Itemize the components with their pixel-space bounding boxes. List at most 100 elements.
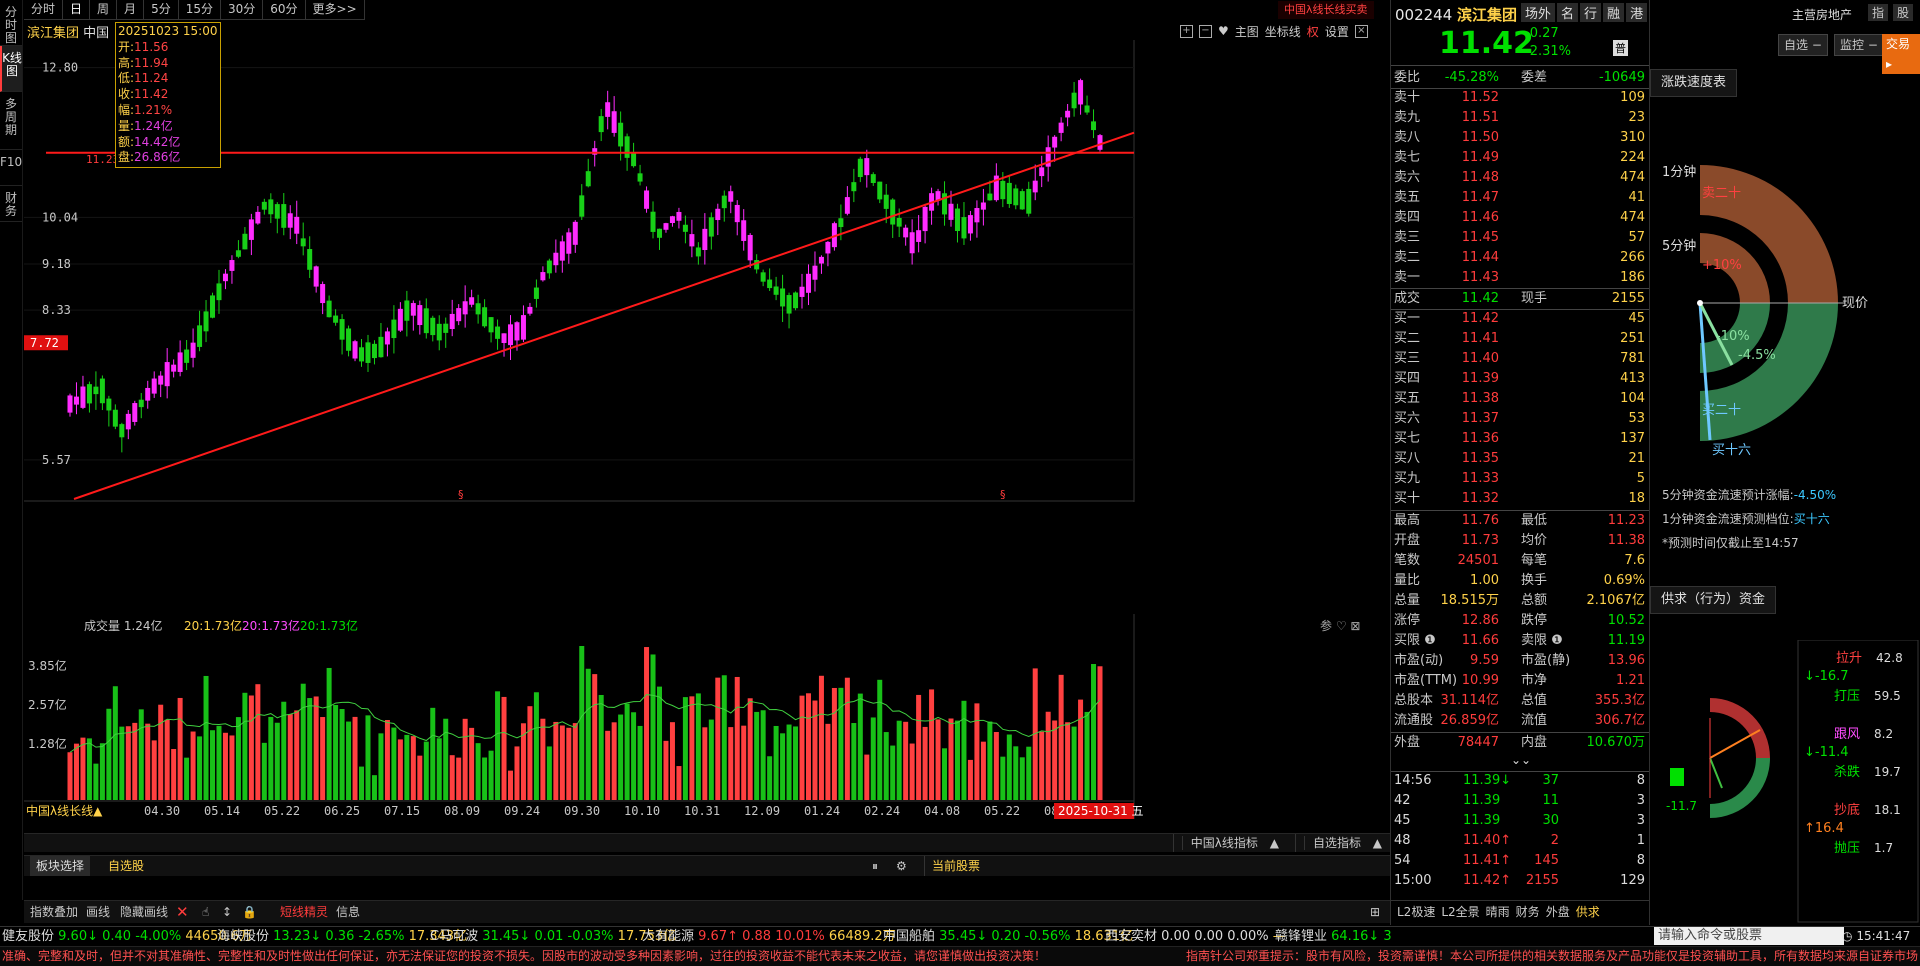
info-tab[interactable]: 信息	[336, 901, 360, 923]
period-8[interactable]: 更多>>	[305, 0, 365, 20]
volume-bar	[663, 740, 669, 800]
monitor-button[interactable]: 监控 −	[1834, 34, 1884, 56]
zoom-out-icon[interactable]: −	[1199, 24, 1212, 38]
period-1[interactable]: 日	[63, 0, 91, 20]
block-select-button[interactable]: 板块选择	[30, 856, 91, 876]
pause-icon[interactable]: ⏸	[872, 856, 878, 876]
tab-kline[interactable]: K线图	[0, 46, 22, 92]
tab-multi-period[interactable]: 多周期	[0, 92, 22, 150]
ticker-name: 赣锋锂业	[1275, 929, 1332, 944]
bottom-tab-4[interactable]: 外盘	[1546, 905, 1570, 919]
ticker-item[interactable]: 中国船舶 35.45↓ 0.20 -0.56% 18.631亿	[883, 927, 1133, 947]
candle-body	[456, 308, 462, 322]
quote-tab-3[interactable]: 融	[1603, 3, 1625, 22]
candle-body	[333, 315, 339, 323]
coord-line-button[interactable]: 坐标线	[1265, 23, 1301, 40]
supply-title[interactable]: 供求（行为）资金	[1650, 586, 1777, 614]
quote-tab-4[interactable]: 港	[1626, 3, 1648, 22]
candle-body	[294, 216, 300, 234]
volume-bar	[300, 683, 306, 800]
volume-bar	[864, 754, 870, 800]
stat-row-cell: 7.6	[1624, 553, 1645, 568]
candle-body	[210, 295, 216, 318]
period-7[interactable]: 60分	[263, 0, 306, 20]
hide-lines-button[interactable]: 隐藏画线	[120, 901, 168, 923]
close-icon[interactable]: ×	[1354, 24, 1368, 38]
stat-row-cell: 11.23	[1607, 513, 1645, 528]
expand-icon[interactable]: ⊞	[1370, 901, 1380, 923]
ticker-item[interactable]: 大有能源 9.67↑ 0.88 10.01% 66489.2万	[642, 927, 896, 947]
watchlist-button[interactable]: 自选 −	[1778, 34, 1828, 56]
volume-bar	[99, 743, 105, 800]
volume-bar	[754, 711, 760, 800]
period-4[interactable]: 5分	[144, 0, 179, 20]
candle-body	[527, 306, 533, 314]
ticker-item[interactable]: 西安奕材 0.00 0.00 0.00% —	[1105, 927, 1286, 947]
tab-finance[interactable]: 财务	[0, 186, 22, 222]
ticker-item[interactable]: 健友股份 9.60↓ 0.40 -4.00% 44650.6万	[2, 927, 252, 947]
period-0[interactable]: 分时	[24, 0, 64, 20]
ticker-item[interactable]: C马可波 31.45↓ 0.01 -0.03% 17.753亿	[430, 927, 676, 947]
stat-row: 总股本 31.114亿 总值 355.3亿	[1391, 691, 1649, 711]
volume-bar	[572, 723, 578, 800]
bottom-tab-0[interactable]: L2极速	[1397, 905, 1435, 919]
view-tabs: 分时图 K线图 多周期 F10 财务	[0, 0, 23, 900]
lock-icon[interactable]: 🔒	[242, 901, 257, 923]
bid-row-cell: 18	[1628, 491, 1645, 506]
zoom-in-icon[interactable]: +	[1180, 24, 1193, 38]
index-button[interactable]: 指	[1868, 4, 1889, 21]
china-lambda-indicator-button[interactable]: 中国λ线指标 ▲	[1172, 834, 1287, 852]
custom-indicator-button[interactable]: 自选指标 ▲	[1294, 834, 1390, 852]
trade-label: 交易	[1886, 37, 1911, 51]
ask-row-cell: 11.52	[1461, 90, 1499, 105]
block-bar: 板块选择 自选股 ⏸ ⚙ 当前股票	[24, 855, 1390, 876]
short-line-genie-tab[interactable]: 短线精灵	[280, 901, 328, 923]
candle-body	[1000, 180, 1006, 200]
quote-tab-0[interactable]: 场外	[1521, 3, 1556, 22]
stat-row-cell: 跌停	[1521, 613, 1548, 628]
delete-icon[interactable]: ✕	[176, 901, 189, 923]
candle-body	[877, 181, 883, 200]
move-icon[interactable]: ↕	[222, 901, 232, 923]
tooltip-label: 额:	[118, 134, 135, 149]
command-input[interactable]: 请输入命令或股票	[1654, 927, 1844, 945]
quan-button[interactable]: 权	[1307, 23, 1319, 40]
volume-bar	[916, 694, 922, 800]
candle-body	[546, 260, 552, 274]
price-chart[interactable]: 12.8010.049.188.335.5711.237.72§ §	[24, 40, 1390, 502]
period-5[interactable]: 15分	[178, 0, 221, 20]
bottom-tab-1[interactable]: L2全景	[1441, 905, 1479, 919]
trade-button[interactable]: 交易 ▸	[1882, 34, 1920, 74]
quote-tab-1[interactable]: 名	[1557, 3, 1579, 22]
hand-icon[interactable]: ☝	[202, 901, 209, 923]
period-2[interactable]: 周	[90, 0, 118, 20]
tab-f10[interactable]: F10	[0, 150, 22, 186]
promo-label[interactable]: 中国λ线长线买卖	[1278, 1, 1374, 19]
current-stock-tab[interactable]: 当前股票	[932, 856, 980, 876]
quote-tab-2[interactable]: 行	[1580, 3, 1602, 22]
bottom-tab-2[interactable]: 晴雨	[1486, 905, 1510, 919]
volume-bar	[585, 668, 591, 800]
index-overlay-button[interactable]: 指数叠加	[30, 901, 78, 923]
watchlist-tab[interactable]: 自选股	[108, 856, 144, 876]
sector-label[interactable]: 主营房地产	[1792, 6, 1852, 23]
heart-icon[interactable]: ♥	[1218, 24, 1229, 38]
bottom-tab-5[interactable]: 供求	[1576, 905, 1600, 919]
volume-bar	[80, 737, 86, 800]
stock-button[interactable]: 股	[1893, 4, 1914, 21]
bid-row-cell: 买四	[1394, 371, 1421, 386]
volume-chart[interactable]: 成交量 1.24亿 20:1.73亿 20:1.73亿 20:1.73亿参 ♡ ⊠3.…	[24, 614, 1390, 819]
bottom-tab-3[interactable]: 财务	[1516, 905, 1540, 919]
ask-row: 卖八 11.50 310	[1391, 128, 1649, 148]
expand-ticks-icon[interactable]: ⌄⌄	[1511, 753, 1531, 767]
draw-line-button[interactable]: 画线	[86, 901, 110, 923]
period-6[interactable]: 30分	[220, 0, 264, 20]
speed-meter-title[interactable]: 涨跌速度表	[1650, 69, 1738, 97]
period-3[interactable]: 月	[117, 0, 145, 20]
ticker-item[interactable]: 赣锋锂业 64.16↓ 3	[1275, 927, 1392, 947]
candle-body	[430, 317, 436, 336]
gear-icon[interactable]: ⚙	[896, 856, 907, 876]
settings-button[interactable]: 设置	[1325, 23, 1349, 40]
tab-timeshare[interactable]: 分时图	[0, 0, 22, 46]
main-chart-button[interactable]: 主图	[1235, 23, 1259, 40]
